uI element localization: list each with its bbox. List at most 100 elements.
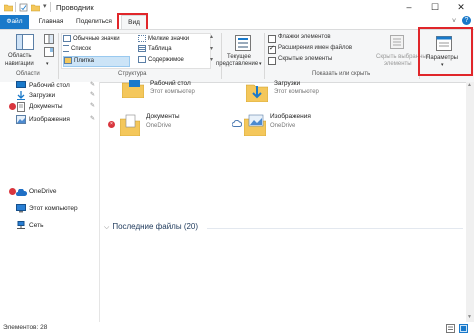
hidden-items-label: Скрытые элементы — [278, 56, 333, 62]
layout-small-icons[interactable]: Мелкие значки — [138, 35, 189, 44]
hide-selected-icon — [390, 35, 404, 49]
ribbon-separator — [58, 33, 59, 79]
window-title: Проводник — [56, 3, 94, 12]
hidden-items-toggle[interactable]: Скрытые элементы — [268, 56, 378, 66]
maximize-button[interactable]: ☐ — [422, 0, 448, 15]
ribbon-tabs: Файл Главная Поделиться Вид ˅ ? — [0, 13, 474, 31]
tile-location: Этот компьютер — [150, 89, 195, 95]
tile-desktop[interactable]: Рабочий стол Этот компьютер — [122, 80, 222, 100]
file-extensions-toggle[interactable]: Расширения имен файлов — [268, 44, 378, 55]
recent-files-header[interactable]: ⌵ Последние файлы (20) — [104, 222, 198, 232]
scroll-down-icon[interactable]: ▼ — [467, 314, 472, 320]
scroll-up-icon[interactable]: ▴ — [210, 33, 213, 40]
item-checkboxes-checkbox[interactable] — [268, 35, 276, 43]
ribbon: Область навигации ▾ Области Обычные знач… — [0, 27, 474, 83]
scroll-down-icon[interactable]: ▾ — [210, 45, 213, 52]
app-folder-icon — [4, 4, 13, 12]
group-label-panes: Области — [16, 71, 40, 77]
item-count: Элементов: 28 — [3, 324, 48, 331]
list-view-icon — [63, 45, 69, 52]
onedrive-icon — [16, 189, 27, 196]
item-checkboxes-toggle[interactable]: Флажки элементов — [268, 34, 378, 44]
desktop-folder-icon — [122, 80, 144, 98]
nav-item-this-pc[interactable]: Этот компьютер — [0, 203, 99, 214]
nav-item-pictures[interactable]: Изображения ✎ — [0, 114, 99, 125]
qa-separator — [50, 2, 51, 12]
layout-list[interactable]: Список — [63, 45, 91, 54]
current-view-label-2: представление — [216, 61, 259, 67]
ribbon-separator — [264, 33, 265, 79]
chevron-down-icon: ⌵ — [104, 224, 110, 231]
minimize-button[interactable]: – — [396, 0, 422, 15]
nav-item-onedrive[interactable]: OneDrive — [0, 186, 99, 197]
pictures-folder-icon — [244, 114, 266, 136]
ribbon-separator — [221, 33, 222, 79]
current-view-icon — [235, 35, 251, 51]
documents-folder-icon — [120, 114, 140, 136]
help-icon[interactable]: ? — [462, 16, 471, 25]
group-label-layout: Структура — [118, 71, 147, 77]
tile-downloads[interactable]: Загрузки Этот компьютер — [246, 80, 346, 102]
tab-share[interactable]: Поделиться — [72, 15, 116, 29]
desktop-icon — [16, 81, 26, 88]
details-view-icon[interactable] — [446, 324, 455, 333]
chevron-down-icon: ▾ — [259, 61, 262, 67]
new-folder-icon[interactable] — [31, 3, 40, 12]
navigation-pane-icon — [16, 34, 34, 50]
pin-icon[interactable]: ✎ — [90, 101, 95, 112]
layout-content[interactable]: Содержимое — [138, 56, 184, 65]
tab-home[interactable]: Главная — [33, 15, 69, 29]
layout-tiles[interactable]: Плитка — [63, 56, 130, 67]
scroll-up-icon[interactable]: ▲ — [467, 82, 472, 88]
nav-item-documents[interactable]: Документы ✎ — [0, 101, 99, 112]
highlight-box-options — [418, 27, 473, 76]
hidden-items-checkbox[interactable] — [268, 57, 276, 65]
sync-error-icon — [9, 103, 16, 110]
preview-pane-icon[interactable] — [44, 34, 54, 44]
nav-item-downloads[interactable]: Загрузки ✎ — [0, 90, 99, 101]
sync-error-icon — [9, 188, 16, 195]
close-button[interactable]: ✕ — [448, 0, 474, 15]
current-view-label-1: Текущее — [227, 54, 251, 60]
tab-file[interactable]: Файл — [0, 15, 29, 29]
status-bar: Элементов: 28 — [0, 322, 474, 335]
large-icons-view-icon[interactable] — [459, 324, 468, 333]
network-icon — [17, 221, 25, 229]
file-extensions-checkbox[interactable] — [268, 44, 276, 54]
cloud-status-icon — [232, 120, 242, 127]
title-bar: ▾ Проводник – ☐ ✕ — [0, 0, 474, 15]
qa-separator — [15, 2, 16, 12]
tile-name: Изображения — [270, 113, 311, 120]
nav-pane-label-1: Область — [8, 53, 32, 59]
item-checkboxes-label: Флажки элементов — [278, 34, 331, 40]
tile-documents[interactable]: × Документы OneDrive — [108, 112, 223, 136]
group-label-show-hide: Показать или скрыть — [312, 71, 371, 77]
current-view-button[interactable]: Текущее представление ▾ — [216, 32, 264, 70]
tiles-view-icon — [64, 57, 72, 64]
small-icons-view-icon — [138, 35, 146, 42]
navigation-pane: Рабочий стол ✎ Загрузки ✎ Документы ✎ Из… — [0, 81, 99, 322]
pin-icon[interactable]: ✎ — [90, 114, 95, 125]
recent-files-label: Последние файлы (20) — [112, 222, 199, 231]
details-pane-icon[interactable] — [44, 47, 54, 57]
content-view-icon — [138, 56, 146, 63]
properties-icon[interactable] — [19, 3, 28, 12]
expand-gallery-icon[interactable]: ▾ — [210, 56, 213, 63]
pin-icon[interactable]: ✎ — [90, 90, 95, 101]
nav-item-network[interactable]: Сеть — [0, 220, 99, 231]
hide-selected-button[interactable]: Скрыть выбранные элементы — [376, 32, 430, 70]
vertical-scrollbar[interactable]: ▲ ▼ — [466, 82, 474, 322]
sync-error-icon: × — [108, 121, 115, 128]
pane-divider[interactable] — [99, 82, 100, 322]
pictures-icon — [16, 115, 26, 124]
layout-medium-icons[interactable]: Обычные значки — [63, 35, 120, 44]
details-view-icon — [138, 45, 146, 52]
ribbon-collapse-icon[interactable]: ˅ — [452, 18, 456, 25]
hide-selected-label-2: элементы — [384, 61, 412, 67]
layout-details[interactable]: Таблица — [138, 45, 172, 54]
tile-name: Загрузки — [274, 80, 301, 87]
qa-dropdown-icon[interactable]: ▾ — [43, 2, 47, 10]
tile-name: Рабочий стол — [150, 80, 191, 87]
tile-location: Этот компьютер — [274, 89, 319, 95]
tile-pictures[interactable]: Изображения OneDrive — [232, 112, 352, 136]
